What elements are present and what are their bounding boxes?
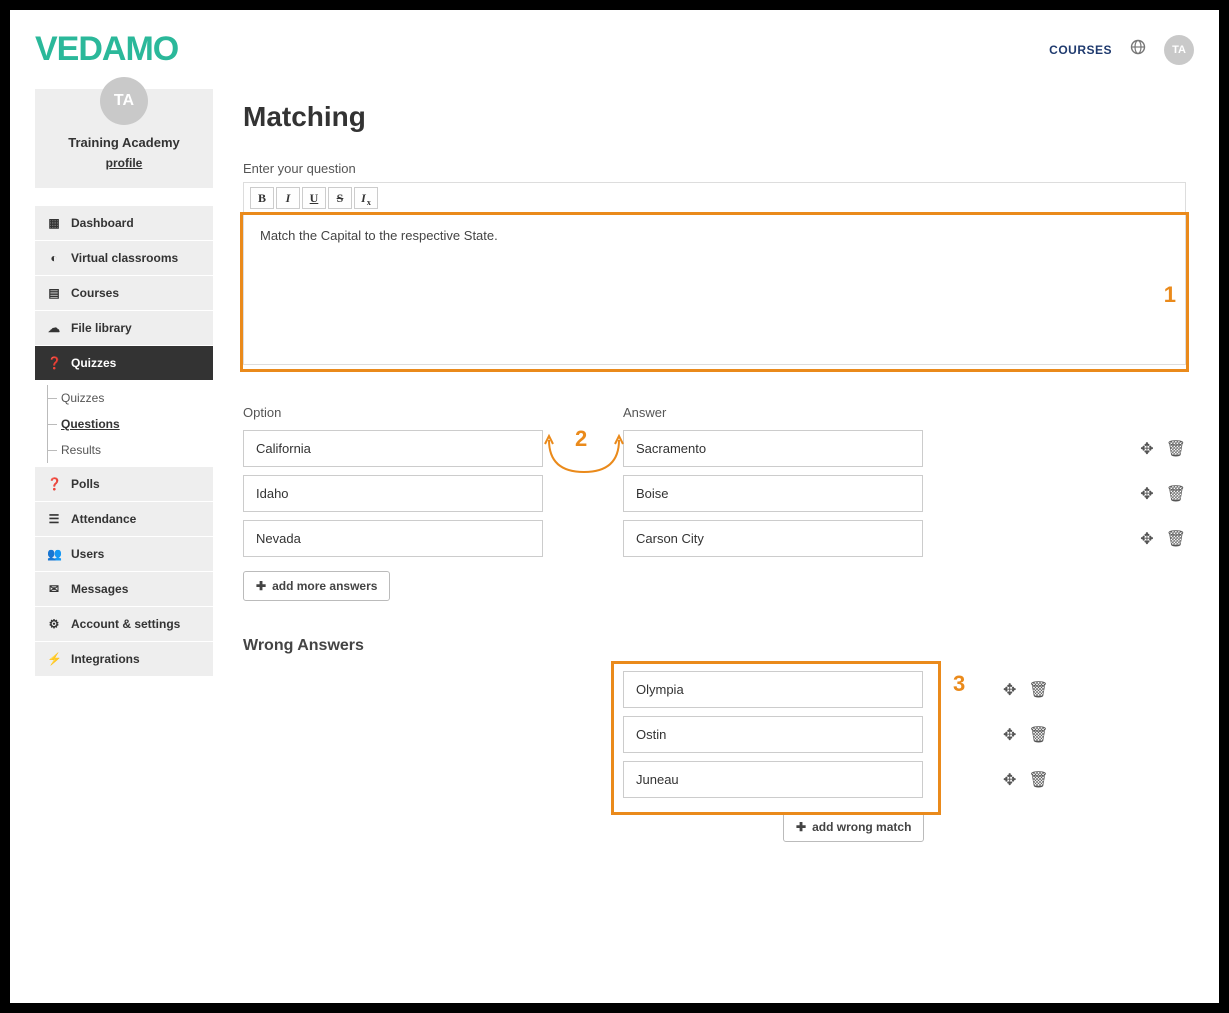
question-textarea[interactable]: Match the Capital to the respective Stat…: [244, 214, 1185, 364]
subnav-results[interactable]: Results: [61, 437, 213, 463]
profile-link[interactable]: profile: [106, 156, 143, 170]
annotation-2-number: 2: [575, 426, 587, 452]
sidebar-item-integrations[interactable]: ⚡Integrations: [35, 642, 213, 677]
sidebar-item-virtual-classrooms[interactable]: ◐Virtual classrooms: [35, 241, 213, 276]
plug-icon: ⚡: [47, 652, 61, 666]
option-input[interactable]: [243, 475, 543, 512]
question-editor: B I U S Ix Match the Capital to the resp…: [243, 182, 1186, 365]
gear-icon: ⚙: [47, 617, 61, 631]
move-icon[interactable]: ✥: [1003, 725, 1016, 745]
annotation-1-number: 1: [1164, 282, 1176, 308]
courses-link[interactable]: COURSES: [1049, 43, 1112, 57]
pair-row: ✥ 🗑: [243, 475, 1186, 512]
answer-input[interactable]: [623, 475, 923, 512]
cloud-icon: ☁: [47, 321, 61, 335]
answer-input[interactable]: [623, 520, 923, 557]
trash-icon[interactable]: 🗑: [1028, 725, 1048, 745]
subnav-quizzes[interactable]: Quizzes: [61, 385, 213, 411]
clear-format-button[interactable]: Ix: [354, 187, 378, 209]
pair-row: ✥ 🗑: [243, 430, 1186, 467]
main-content: Matching Enter your question B I U S Ix …: [243, 89, 1194, 842]
sidebar-item-courses[interactable]: ▤Courses: [35, 276, 213, 311]
option-input[interactable]: [243, 520, 543, 557]
sidebar-item-attendance[interactable]: ☰Attendance: [35, 502, 213, 537]
plus-icon: ✚: [256, 579, 266, 593]
globe-icon[interactable]: [1130, 39, 1146, 60]
top-bar: VEDAMO COURSES TA: [35, 30, 1194, 69]
avatar[interactable]: TA: [1164, 35, 1194, 65]
doc-icon: ☰: [47, 512, 61, 526]
users-icon: 👥: [47, 547, 61, 561]
sidebar-item-quizzes[interactable]: ❓Quizzes: [35, 346, 213, 381]
wrong-answer-row: ✥ 🗑: [243, 716, 1186, 753]
wrong-answer-input[interactable]: [623, 716, 923, 753]
help-icon: ❓: [47, 477, 61, 491]
sidebar-item-file-library[interactable]: ☁File library: [35, 311, 213, 346]
sidebar-item-account-settings[interactable]: ⚙Account & settings: [35, 607, 213, 642]
trash-icon[interactable]: 🗑: [1166, 484, 1186, 504]
wrong-answers-title: Wrong Answers: [243, 637, 1186, 655]
wrong-answer-input[interactable]: [623, 671, 923, 708]
add-wrong-match-button[interactable]: ✚add wrong match: [783, 812, 924, 842]
org-name: Training Academy: [45, 135, 203, 150]
page-title: Matching: [243, 101, 1186, 133]
sidebar-item-messages[interactable]: ✉Messages: [35, 572, 213, 607]
move-icon[interactable]: ✥: [1003, 680, 1016, 700]
move-icon[interactable]: ✥: [1140, 529, 1153, 549]
sidebar-item-dashboard[interactable]: ▦Dashboard: [35, 206, 213, 241]
pair-row: ✥ 🗑: [243, 520, 1186, 557]
underline-button[interactable]: U: [302, 187, 326, 209]
subnav-questions[interactable]: Questions: [61, 411, 213, 437]
bold-button[interactable]: B: [250, 187, 274, 209]
question-label: Enter your question: [243, 161, 1186, 176]
sidebar-item-polls[interactable]: ❓Polls: [35, 467, 213, 502]
editor-toolbar: B I U S Ix: [244, 183, 1185, 214]
mail-icon: ✉: [47, 582, 61, 596]
grid-icon: ▦: [47, 216, 61, 230]
option-input[interactable]: [243, 430, 543, 467]
answer-input[interactable]: [623, 430, 923, 467]
strike-button[interactable]: S: [328, 187, 352, 209]
italic-button[interactable]: I: [276, 187, 300, 209]
move-icon[interactable]: ✥: [1140, 484, 1153, 504]
sidebar-avatar: TA: [100, 77, 148, 125]
option-column-label: Option: [243, 405, 543, 420]
play-icon: ◐: [47, 251, 61, 265]
sidebar: TA Training Academy profile ▦Dashboard ◐…: [35, 89, 213, 842]
trash-icon[interactable]: 🗑: [1028, 680, 1048, 700]
help-icon: ❓: [47, 356, 61, 370]
profile-block: TA Training Academy profile: [35, 89, 213, 188]
logo: VEDAMO: [35, 30, 178, 69]
trash-icon[interactable]: 🗑: [1166, 529, 1186, 549]
move-icon[interactable]: ✥: [1003, 770, 1016, 790]
trash-icon[interactable]: 🗑: [1028, 770, 1048, 790]
annotation-3-number: 3: [953, 671, 965, 697]
sidebar-item-users[interactable]: 👥Users: [35, 537, 213, 572]
trash-icon[interactable]: 🗑: [1166, 439, 1186, 459]
wrong-answer-input[interactable]: [623, 761, 923, 798]
quizzes-subnav: Quizzes Questions Results: [35, 381, 213, 467]
move-icon[interactable]: ✥: [1140, 439, 1153, 459]
wrong-answer-row: ✥ 🗑: [243, 671, 1186, 708]
book-icon: ▤: [47, 286, 61, 300]
add-more-answers-button[interactable]: ✚add more answers: [243, 571, 390, 601]
answer-column-label: Answer: [623, 405, 923, 420]
wrong-answer-row: ✥ 🗑: [243, 761, 1186, 798]
plus-icon: ✚: [796, 820, 806, 834]
